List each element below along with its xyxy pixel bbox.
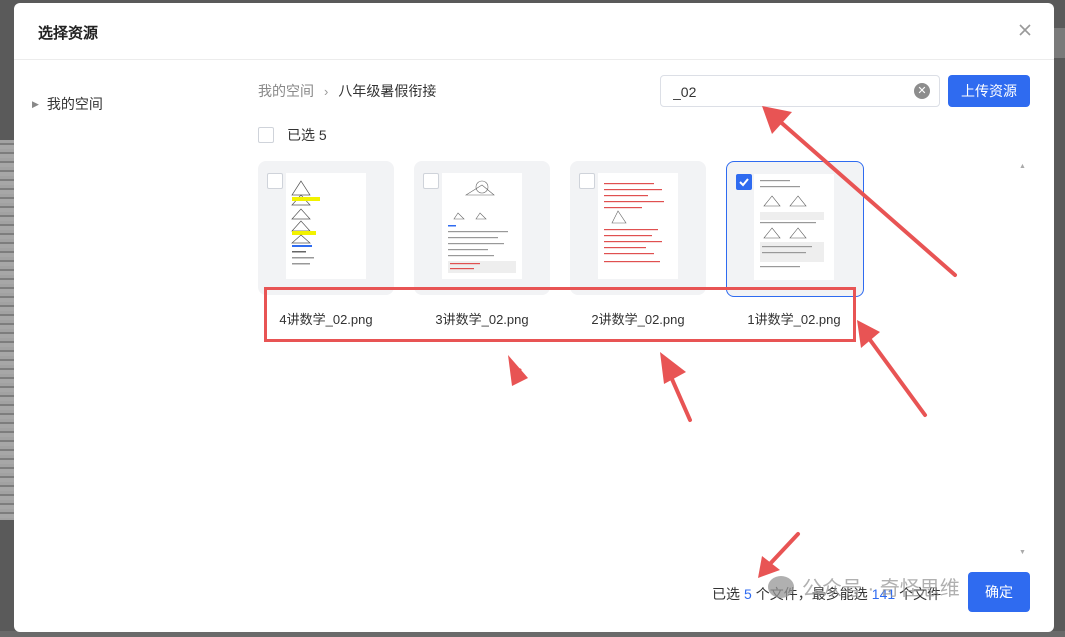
dialog-footer: 已选 5 个文件，最多能选 141 个文件 确定 <box>14 570 1054 620</box>
select-all-label: 已选 5 <box>287 127 327 143</box>
selected-suffix: 个文件，最多能选 <box>755 586 868 602</box>
file-name[interactable]: 3讲数学_02.png <box>414 309 550 328</box>
select-all-row: 已选 5 <box>258 125 327 145</box>
dialog-header: 选择资源 <box>14 3 1054 60</box>
worksheet-thumbnail-icon <box>598 173 678 279</box>
sidebar-item-my-space[interactable]: ▶ 我的空间 <box>32 94 103 114</box>
upload-resource-button[interactable]: 上传资源 <box>948 75 1030 107</box>
file-card[interactable] <box>258 161 394 295</box>
sidebar-item-label: 我的空间 <box>46 96 103 112</box>
breadcrumb-root[interactable]: 我的空间 <box>258 81 314 101</box>
file-checkbox[interactable] <box>423 173 439 189</box>
selected-count: 5 <box>744 586 752 602</box>
sidebar: ▶ 我的空间 <box>14 60 242 632</box>
background-page-edge <box>0 140 14 520</box>
breadcrumb-separator-icon: › <box>324 83 329 99</box>
file-name[interactable]: 1讲数学_02.png <box>726 309 862 328</box>
check-icon <box>739 178 749 187</box>
dialog-title: 选择资源 <box>38 25 99 42</box>
file-name[interactable]: 4讲数学_02.png <box>258 309 394 328</box>
worksheet-thumbnail-icon <box>442 173 522 279</box>
max-suffix: 个文件 <box>899 586 942 602</box>
confirm-button[interactable]: 确定 <box>968 572 1030 612</box>
worksheet-thumbnail-icon <box>286 173 366 279</box>
clear-icon[interactable]: ✕ <box>914 83 930 99</box>
expand-arrow-icon[interactable]: ▶ <box>32 99 39 110</box>
max-count: 141 <box>871 586 896 602</box>
breadcrumb: 我的空间 › 八年级暑假衔接 <box>258 81 436 101</box>
scroll-down-icon[interactable]: ▼ <box>1019 549 1026 556</box>
select-resource-dialog: 选择资源 ▶ 我的空间 我的空间 › 八年级暑假衔接 ✕ 上传资源 已选 5 <box>14 3 1054 632</box>
selected-prefix: 已选 <box>712 586 740 602</box>
search-box: ✕ <box>660 75 940 107</box>
file-checkbox[interactable] <box>579 173 595 189</box>
file-name[interactable]: 2讲数学_02.png <box>570 309 706 328</box>
close-icon[interactable] <box>1014 19 1036 41</box>
file-checkbox-checked[interactable] <box>736 174 752 190</box>
selection-summary: 已选 5 个文件，最多能选 141 个文件 <box>712 584 941 604</box>
worksheet-thumbnail-icon <box>754 174 834 280</box>
file-checkbox[interactable] <box>267 173 283 189</box>
file-card[interactable] <box>570 161 706 295</box>
file-card-selected[interactable] <box>726 161 864 297</box>
search-input[interactable] <box>671 81 905 103</box>
scroll-up-icon[interactable]: ▲ <box>1019 163 1026 170</box>
breadcrumb-current: 八年级暑假衔接 <box>338 83 437 99</box>
background-page-edge-right <box>1053 28 1065 58</box>
select-all-checkbox[interactable] <box>258 127 274 143</box>
file-card[interactable] <box>414 161 550 295</box>
